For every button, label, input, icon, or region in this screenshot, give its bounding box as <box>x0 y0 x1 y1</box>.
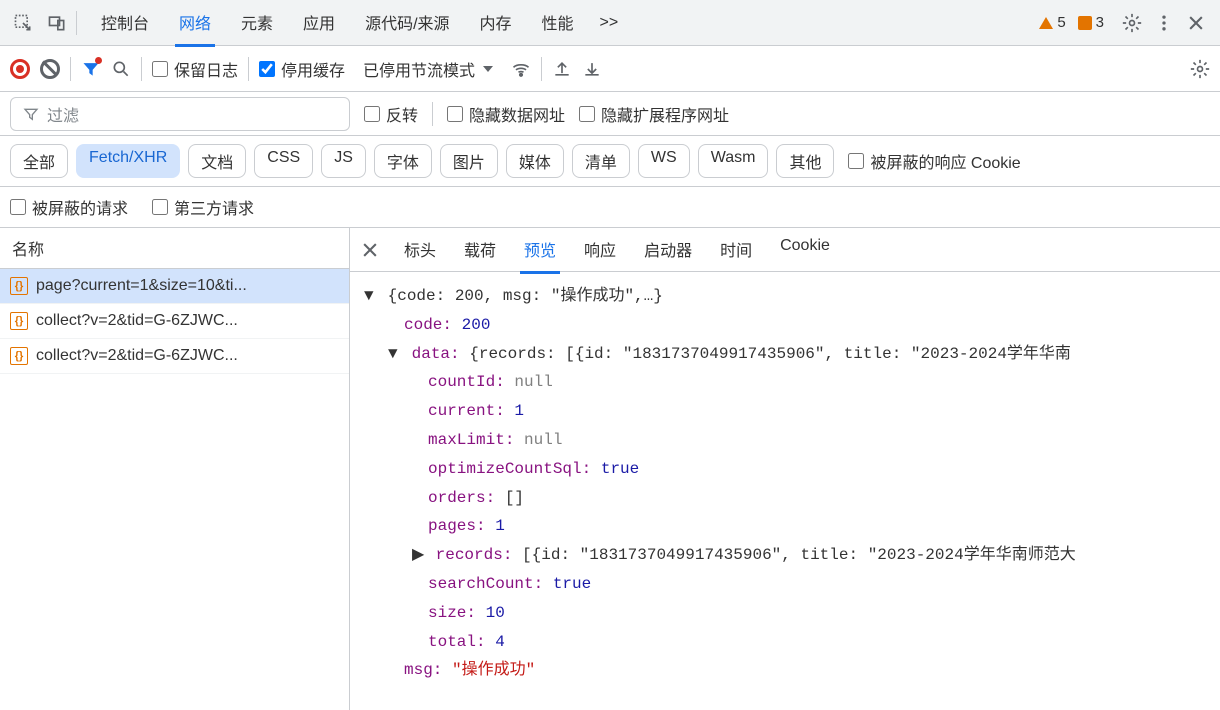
blocked-requests-label: 被屏蔽的请求 <box>32 195 128 219</box>
expand-toggle[interactable]: ▶ <box>412 541 426 570</box>
divider <box>70 57 71 81</box>
request-name: page?current=1&size=10&ti... <box>36 277 247 295</box>
issue-count: 3 <box>1096 14 1104 31</box>
divider <box>541 57 542 81</box>
detail-tab[interactable]: 启动器 <box>640 228 696 273</box>
response-preview[interactable]: ▼ {code: 200, msg: "操作成功",…} code: 200 ▼… <box>350 272 1220 710</box>
devtools-tab[interactable]: 性能 <box>538 0 578 46</box>
detail-tab[interactable]: 标头 <box>400 228 440 273</box>
blocked-requests-checkbox[interactable]: 被屏蔽的请求 <box>10 195 128 219</box>
close-detail-icon[interactable] <box>350 240 390 260</box>
divider <box>141 57 142 81</box>
secondary-filter-row: 被屏蔽的请求 第三方请求 <box>0 187 1220 228</box>
divider <box>432 102 433 126</box>
warning-count: 5 <box>1057 14 1065 31</box>
expand-toggle[interactable]: ▼ <box>364 282 378 311</box>
request-name: collect?v=2&tid=G-6ZJWC... <box>36 312 238 330</box>
issue-square-icon <box>1078 16 1092 30</box>
resource-type-chip[interactable]: Fetch/XHR <box>76 144 180 178</box>
close-devtools-icon[interactable] <box>1186 13 1206 33</box>
kebab-menu-icon[interactable] <box>1154 13 1174 33</box>
detail-tab[interactable]: 预览 <box>520 228 560 274</box>
preserve-log-label: 保留日志 <box>174 57 238 81</box>
request-list-panel: 名称 {} page?current=1&size=10&ti... {} colle… <box>0 228 350 710</box>
third-party-checkbox[interactable]: 第三方请求 <box>152 195 254 219</box>
xhr-icon: {} <box>10 347 28 365</box>
devtools-tab[interactable]: 网络 <box>175 0 215 47</box>
network-filter-row: 过滤 反转 隐藏数据网址 隐藏扩展程序网址 <box>0 92 1220 136</box>
invert-checkbox[interactable]: 反转 <box>364 102 418 126</box>
devtools-top-tabs: 控制台网络元素应用源代码/来源内存性能 >> 5 3 <box>0 0 1220 46</box>
issues-badge[interactable]: 3 <box>1078 14 1104 31</box>
devtools-tab[interactable]: 元素 <box>237 0 277 46</box>
resource-type-chip[interactable]: 全部 <box>10 144 68 178</box>
filter-toggle-icon[interactable] <box>81 59 101 79</box>
invert-label: 反转 <box>386 102 418 126</box>
hide-ext-urls-checkbox[interactable]: 隐藏扩展程序网址 <box>579 102 729 126</box>
request-row[interactable]: {} collect?v=2&tid=G-6ZJWC... <box>0 339 349 374</box>
resource-type-chips: 全部Fetch/XHR文档CSSJS字体图片媒体清单WSWasm其他 被屏蔽的响… <box>0 136 1220 187</box>
devtools-tab[interactable]: 源代码/来源 <box>361 0 453 46</box>
blocked-cookies-label: 被屏蔽的响应 Cookie <box>870 149 1020 173</box>
request-row[interactable]: {} page?current=1&size=10&ti... <box>0 269 349 304</box>
detail-tab[interactable]: 响应 <box>580 228 620 273</box>
clear-button[interactable] <box>40 59 60 79</box>
disable-cache-label: 停用缓存 <box>281 57 345 81</box>
request-row[interactable]: {} collect?v=2&tid=G-6ZJWC... <box>0 304 349 339</box>
warning-triangle-icon <box>1039 17 1053 29</box>
main-split: 名称 {} page?current=1&size=10&ti... {} colle… <box>0 228 1220 710</box>
detail-tab[interactable]: 时间 <box>716 228 756 273</box>
preserve-log-checkbox[interactable]: 保留日志 <box>152 57 238 81</box>
inspect-element-icon[interactable] <box>8 8 38 38</box>
resource-type-chip[interactable]: JS <box>321 144 366 178</box>
export-har-icon[interactable] <box>582 59 602 79</box>
resource-type-chip[interactable]: 图片 <box>440 144 498 178</box>
expand-toggle[interactable]: ▼ <box>388 340 402 369</box>
request-list: {} page?current=1&size=10&ti... {} collect?… <box>0 269 349 710</box>
devtools-tab[interactable]: 内存 <box>476 0 516 46</box>
resource-type-chip[interactable]: 文档 <box>188 144 246 178</box>
resource-type-chip[interactable]: CSS <box>254 144 313 178</box>
resource-type-chip[interactable]: 字体 <box>374 144 432 178</box>
settings-icon[interactable] <box>1122 13 1142 33</box>
request-name: collect?v=2&tid=G-6ZJWC... <box>36 347 238 365</box>
detail-tabs: 标头载荷预览响应启动器时间 Cookie <box>350 228 1220 272</box>
detail-tab[interactable]: Cookie <box>776 228 834 273</box>
request-detail-panel: 标头载荷预览响应启动器时间 Cookie ▼ {code: 200, msg: "… <box>350 228 1220 710</box>
third-party-label: 第三方请求 <box>174 195 254 219</box>
request-list-header: 名称 <box>0 228 349 269</box>
network-settings-icon[interactable] <box>1190 59 1210 79</box>
network-conditions-icon[interactable] <box>511 59 531 79</box>
resource-type-chip[interactable]: 媒体 <box>506 144 564 178</box>
import-har-icon[interactable] <box>552 59 572 79</box>
filter-placeholder: 过滤 <box>47 102 79 126</box>
devtools-tab[interactable]: 控制台 <box>97 0 153 46</box>
warnings-badge[interactable]: 5 <box>1039 14 1065 31</box>
throttling-label: 已停用节流模式 <box>363 57 475 81</box>
blocked-cookies-checkbox[interactable]: 被屏蔽的响应 Cookie <box>848 149 1020 173</box>
resource-type-chip[interactable]: WS <box>638 144 690 178</box>
resource-type-chip[interactable]: 其他 <box>776 144 834 178</box>
devtools-tab[interactable]: 应用 <box>299 0 339 46</box>
resource-type-chip[interactable]: Wasm <box>698 144 769 178</box>
detail-tab[interactable]: 载荷 <box>460 228 500 273</box>
xhr-icon: {} <box>10 277 28 295</box>
hide-data-urls-checkbox[interactable]: 隐藏数据网址 <box>447 102 565 126</box>
search-icon[interactable] <box>111 59 131 79</box>
record-button[interactable] <box>10 59 30 79</box>
divider <box>76 11 77 35</box>
chevron-down-icon <box>483 66 493 72</box>
throttling-select[interactable]: 已停用节流模式 <box>355 53 501 85</box>
divider <box>248 57 249 81</box>
disable-cache-checkbox[interactable]: 停用缓存 <box>259 57 345 81</box>
tabs-overflow[interactable]: >> <box>596 4 623 42</box>
xhr-icon: {} <box>10 312 28 330</box>
resource-type-chip[interactable]: 清单 <box>572 144 630 178</box>
device-toolbar-icon[interactable] <box>42 8 72 38</box>
hide-data-urls-label: 隐藏数据网址 <box>469 102 565 126</box>
filter-input[interactable]: 过滤 <box>10 97 350 131</box>
network-toolbar: 保留日志 停用缓存 已停用节流模式 <box>0 46 1220 92</box>
hide-ext-urls-label: 隐藏扩展程序网址 <box>601 102 729 126</box>
